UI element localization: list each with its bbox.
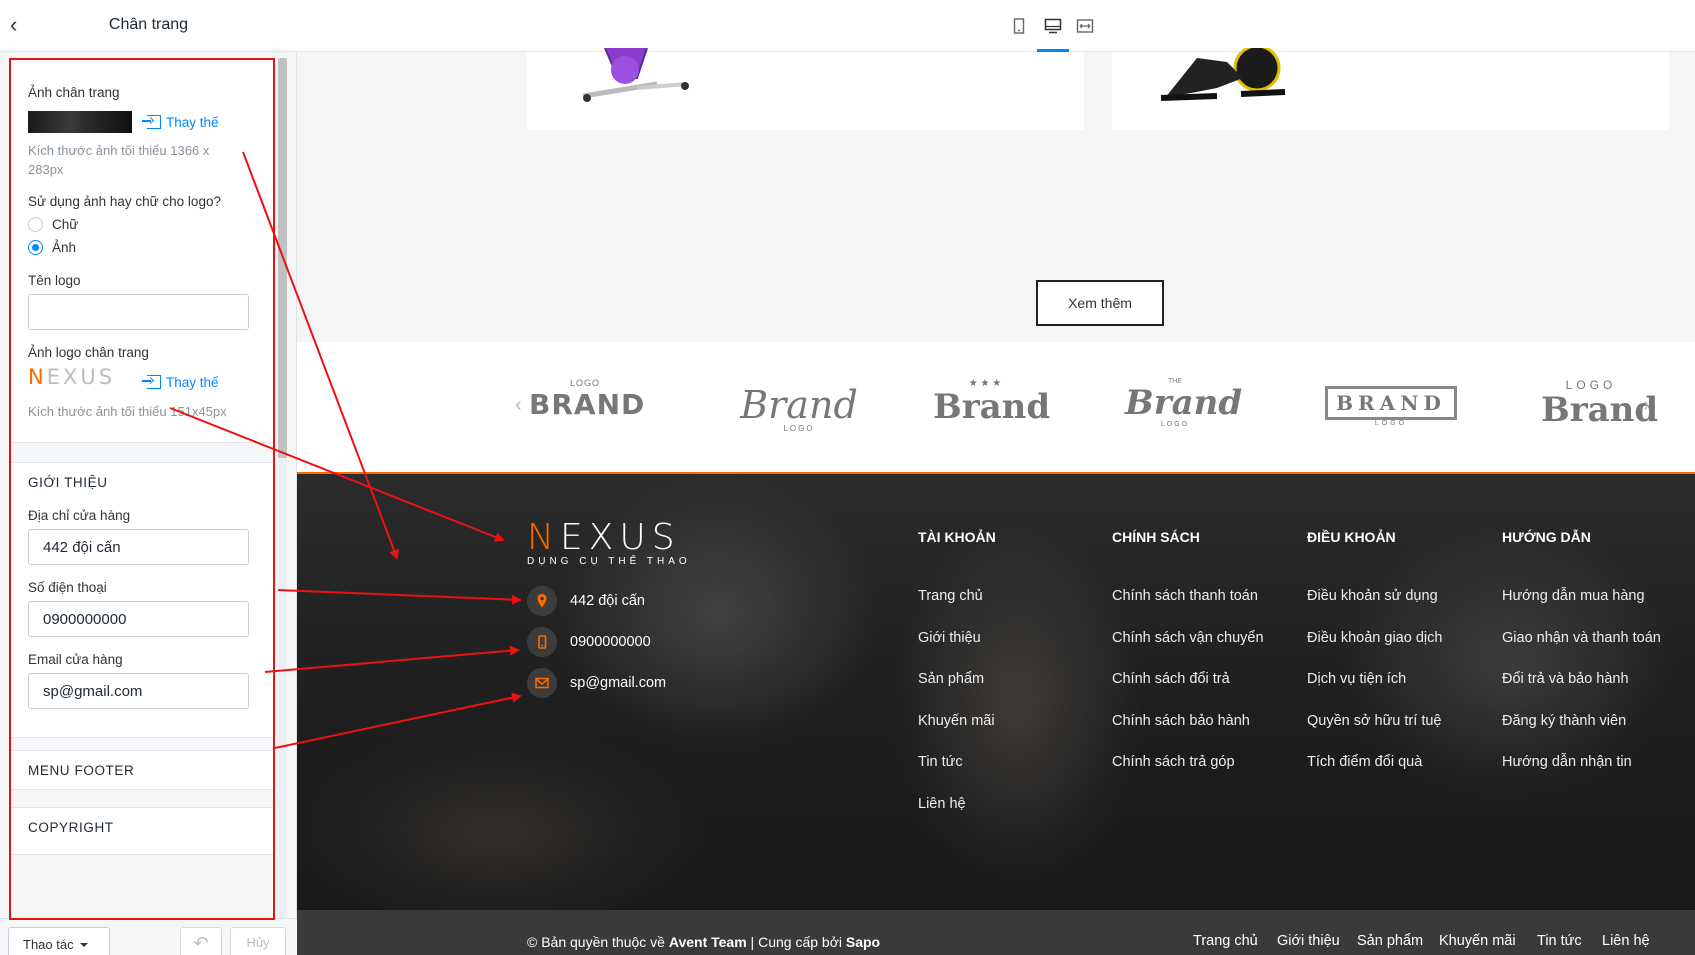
footer-column-guide: HƯỚNG DẪN Hướng dẫn mua hàng Giao nhận v…	[1502, 529, 1661, 770]
phone-icon	[527, 627, 557, 657]
sidebar-scrollbar-thumb[interactable]	[278, 58, 287, 458]
footer-link[interactable]: Liên hệ	[918, 796, 966, 812]
brand-logo[interactable]: LOGO BRAND	[529, 378, 644, 438]
footer-nexus-logo[interactable]: NEXUS DỤNG CỤ THỂ THAO	[527, 517, 691, 567]
footer-link[interactable]: Chính sách bảo hành	[1112, 713, 1250, 729]
sidebar-action-bar: Thao tác ↶ Hủy	[0, 918, 297, 955]
footer-link[interactable]: Dịch vụ tiện ích	[1307, 671, 1406, 687]
footer-column-account: TÀI KHOẢN Trang chủ Giới thiệu Sản phẩm …	[918, 529, 996, 812]
brand-carousel: ‹ LOGO BRAND Brand LOGO ★ ★ ★ Brand THE …	[297, 342, 1695, 472]
view-more-button[interactable]: Xem thêm	[1036, 280, 1164, 326]
sidebar-scrollbar-track[interactable]	[278, 458, 287, 918]
footer-column-policy: CHÍNH SÁCH Chính sách thanh toán Chính s…	[1112, 529, 1264, 770]
bottom-nav-link[interactable]: Trang chủ	[1193, 933, 1258, 949]
store-preview: Xem thêm ‹ LOGO BRAND Brand LOGO ★ ★ ★ B…	[297, 0, 1695, 955]
site-footer: NEXUS DỤNG CỤ THỂ THAO 442 đội cấn 09000…	[297, 472, 1695, 910]
brand-logo[interactable]: THE Brand LOGO	[1125, 378, 1242, 438]
footer-column-terms: ĐIỀU KHOẢN Điều khoản sử dụng Điều khoản…	[1307, 529, 1443, 770]
sidebar-header: ‹ Chân trang	[0, 0, 297, 52]
caret-down-icon	[79, 943, 88, 947]
annotation-highlight-box	[9, 58, 275, 920]
footer-link[interactable]: Giao nhận và thanh toán	[1502, 630, 1661, 646]
location-icon	[527, 586, 557, 616]
footer-link[interactable]: Hướng dẫn mua hàng	[1502, 588, 1645, 604]
footer-link[interactable]: Điều khoản giao dịch	[1307, 630, 1442, 646]
footer-link[interactable]: Trang chủ	[918, 588, 983, 604]
product-card[interactable]	[1112, 48, 1669, 130]
bottom-nav-link[interactable]: Liên hệ	[1602, 933, 1650, 949]
carousel-prev-icon[interactable]: ‹	[515, 394, 522, 417]
device-toolbar	[297, 0, 1695, 52]
mail-icon	[527, 668, 557, 698]
actions-dropdown-button[interactable]: Thao tác	[8, 927, 110, 955]
footer-link[interactable]: Điều khoản sử dụng	[1307, 588, 1438, 604]
mobile-icon[interactable]	[1010, 17, 1028, 35]
copyright-text: © Bản quyền thuộc về Avent Team | Cung c…	[527, 934, 881, 950]
product-card[interactable]	[527, 48, 1084, 130]
footer-link[interactable]: Chính sách thanh toán	[1112, 588, 1258, 604]
copyright-bar: © Bản quyền thuộc về Avent Team | Cung c…	[297, 910, 1695, 955]
footer-link[interactable]: Sản phẩm	[918, 671, 984, 687]
brand-logo[interactable]: BRAND LOGO	[1325, 378, 1457, 438]
exercise-bike-purple-image	[582, 48, 689, 102]
product-section: Xem thêm	[297, 48, 1695, 342]
footer-link[interactable]: Khuyến mãi	[918, 713, 995, 729]
footer-link[interactable]: Đổi trả và bảo hành	[1502, 671, 1629, 687]
brand-logo[interactable]: Brand LOGO	[737, 378, 861, 438]
bottom-nav-link[interactable]: Sản phẩm	[1357, 933, 1423, 949]
bottom-nav-link[interactable]: Tin tức	[1537, 933, 1582, 949]
bottom-nav-link[interactable]: Giới thiệu	[1277, 933, 1340, 949]
footer-link[interactable]: Tích điểm đổi quà	[1307, 754, 1422, 770]
brand-logo[interactable]: ★ ★ ★ Brand	[933, 378, 1050, 438]
footer-link[interactable]: Chính sách đổi trả	[1112, 671, 1230, 687]
fullwidth-icon[interactable]	[1076, 17, 1094, 35]
carousel-next-icon[interactable]: ›	[1643, 394, 1650, 417]
spin-bike-black-image	[1160, 48, 1286, 101]
footer-link[interactable]: Đăng ký thành viên	[1502, 713, 1626, 729]
footer-link[interactable]: Chính sách vận chuyển	[1112, 630, 1264, 646]
footer-link[interactable]: Hướng dẫn nhận tin	[1502, 754, 1632, 770]
footer-link[interactable]: Tin tức	[918, 754, 963, 770]
desktop-icon[interactable]	[1044, 17, 1062, 35]
cancel-button[interactable]: Hủy	[230, 927, 286, 955]
undo-button[interactable]: ↶	[180, 927, 222, 955]
bottom-nav-link[interactable]: Khuyến mãi	[1439, 933, 1516, 949]
sidebar-title: Chân trang	[108, 16, 189, 33]
footer-link[interactable]: Giới thiệu	[918, 630, 981, 646]
brand-logo[interactable]: LOGO Brand	[1541, 378, 1658, 438]
footer-link[interactable]: Chính sách trả góp	[1112, 754, 1235, 770]
footer-link[interactable]: Quyền sở hữu trí tuệ	[1307, 713, 1441, 729]
